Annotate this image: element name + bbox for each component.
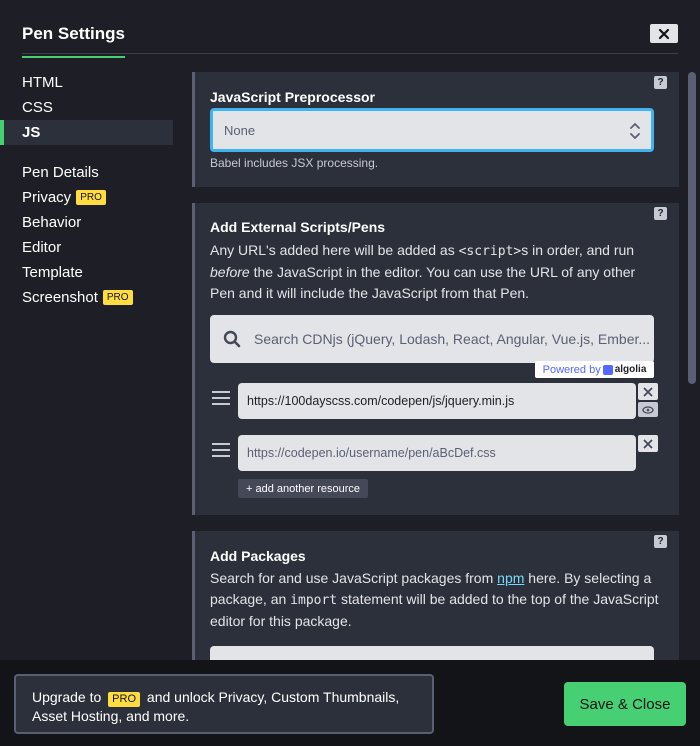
close-icon	[658, 28, 670, 39]
preprocessor-select[interactable]: None	[210, 108, 654, 152]
sidebar-item-css[interactable]: CSS	[0, 95, 175, 120]
sidebar-item-label: Screenshot	[22, 289, 98, 306]
resource-url-input[interactable]: https://100dayscss.com/codepen/js/jquery…	[238, 383, 636, 419]
eye-icon	[642, 405, 654, 414]
close-icon	[643, 438, 653, 449]
remove-resource-button[interactable]	[638, 383, 658, 400]
upgrade-text: Upgrade to	[32, 689, 106, 705]
sidebar-item-label: Template	[22, 264, 83, 281]
drag-handle-icon[interactable]	[212, 443, 230, 459]
algolia-text: algolia	[614, 364, 647, 375]
sidebar-item-js[interactable]: JS	[0, 120, 173, 145]
description-text: Any URL's added here will be added as	[210, 242, 459, 258]
preprocessor-hint: Babel includes JSX processing.	[210, 156, 379, 170]
sidebar-item-pen-details[interactable]: Pen Details	[0, 160, 175, 185]
description-text: the JavaScript in the editor. You can us…	[210, 264, 636, 301]
modal-title: Pen Settings	[22, 24, 125, 58]
powered-by-algolia[interactable]: Powered by algolia	[535, 361, 654, 378]
sidebar-item-editor[interactable]: Editor	[0, 235, 175, 260]
pro-badge: PRO	[108, 692, 141, 707]
script-tag-code: <script>	[458, 244, 522, 259]
external-scripts-title: Add External Scripts/Pens	[210, 219, 386, 235]
description-text: Search for and use JavaScript packages f…	[210, 570, 498, 586]
sidebar-item-label: Pen Details	[22, 164, 99, 181]
sidebar-item-label: HTML	[22, 74, 63, 91]
external-scripts-panel: ? Add External Scripts/Pens Any URL's ad…	[192, 203, 679, 515]
sidebar-item-label: Privacy	[22, 189, 72, 206]
close-icon	[643, 386, 653, 397]
pro-badge: PRO	[76, 190, 106, 205]
sidebar-item-label: Editor	[22, 239, 62, 256]
preprocessor-title: JavaScript Preprocessor	[210, 89, 375, 105]
powered-by-text: Powered by	[542, 363, 601, 376]
preprocessor-selected-value: None	[224, 122, 256, 138]
algolia-icon	[602, 364, 613, 375]
sidebar-item-behavior[interactable]: Behavior	[0, 210, 175, 235]
sidebar-item-html[interactable]: HTML	[0, 70, 175, 95]
sidebar-item-label: Behavior	[22, 214, 82, 231]
modal-footer: Upgrade to PRO and unlock Privacy, Custo…	[0, 660, 700, 746]
npm-link[interactable]: npm	[497, 570, 524, 586]
packages-title: Add Packages	[210, 548, 306, 564]
pen-settings-modal: Pen Settings HTML CSS JS Pen Details Pri…	[0, 0, 700, 746]
sidebar-item-screenshot[interactable]: Screenshot PRO	[0, 285, 175, 310]
modal-header: Pen Settings	[22, 14, 678, 58]
settings-sidebar: HTML CSS JS Pen Details Privacy PRO Behav…	[0, 70, 175, 310]
sidebar-item-privacy[interactable]: Privacy PRO	[0, 185, 175, 210]
sidebar-item-template[interactable]: Template	[0, 260, 175, 285]
sidebar-item-label: CSS	[22, 99, 53, 116]
packages-panel: ? Add Packages Search for and use JavaSc…	[192, 531, 679, 660]
resource-url-input[interactable]: https://codepen.io/username/pen/aBcDef.c…	[238, 435, 636, 471]
preprocessor-panel: ? JavaScript Preprocessor None Babel inc…	[192, 72, 679, 187]
emphasis-text: before	[210, 264, 250, 280]
settings-content[interactable]: ? JavaScript Preprocessor None Babel inc…	[192, 72, 679, 660]
pro-badge: PRO	[102, 290, 133, 305]
help-icon[interactable]: ?	[654, 535, 667, 548]
help-icon[interactable]: ?	[654, 76, 667, 89]
upgrade-banner[interactable]: Upgrade to PRO and unlock Privacy, Custo…	[14, 674, 434, 734]
import-code: import	[290, 593, 338, 608]
external-scripts-description: Any URL's added here will be added as <s…	[210, 240, 660, 304]
cdnjs-search-input[interactable]: Search CDNjs (jQuery, Lodash, React, Ang…	[210, 315, 654, 363]
package-search-input[interactable]	[210, 646, 654, 660]
resource-row: https://codepen.io/username/pen/aBcDef.c…	[210, 435, 658, 475]
select-arrows-icon	[630, 122, 640, 140]
drag-handle-icon[interactable]	[212, 391, 230, 407]
sidebar-item-label: JS	[22, 124, 41, 141]
view-resource-button[interactable]	[638, 402, 658, 417]
close-button[interactable]	[650, 24, 678, 43]
remove-resource-button[interactable]	[638, 435, 658, 452]
help-icon[interactable]: ?	[654, 207, 667, 220]
resource-row: https://100dayscss.com/codepen/js/jquery…	[210, 383, 658, 423]
save-and-close-button[interactable]: Save & Close	[564, 682, 686, 726]
search-placeholder: Search CDNjs (jQuery, Lodash, React, Ang…	[254, 331, 651, 347]
description-text: s in order, and run	[521, 242, 635, 258]
packages-description: Search for and use JavaScript packages f…	[210, 568, 660, 632]
search-icon	[223, 330, 241, 348]
scrollbar[interactable]	[688, 72, 696, 384]
add-resource-button[interactable]: + add another resource	[238, 479, 369, 498]
